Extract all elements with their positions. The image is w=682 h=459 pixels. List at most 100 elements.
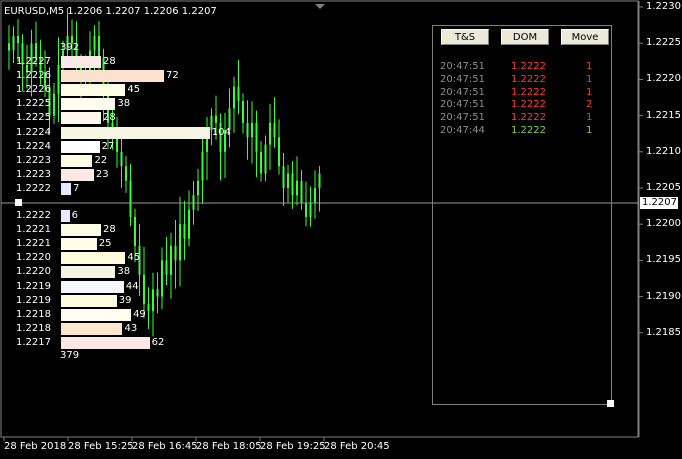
bid-price: 1.2217 — [16, 336, 51, 348]
bid-price: 1.2221 — [16, 238, 51, 250]
trade-time: 20:47:51 — [440, 112, 485, 124]
candle-body — [116, 137, 118, 152]
ask-price: 1.2226 — [16, 84, 51, 96]
ts-button[interactable]: T&S — [441, 29, 489, 45]
candle-body — [147, 303, 150, 312]
candle-body — [278, 137, 280, 167]
candle-body — [120, 151, 123, 167]
candle-body — [233, 86, 235, 109]
candle-body — [300, 180, 303, 203]
y-tick-label: 1.2220 — [646, 73, 681, 85]
ask-price: 1.2227 — [16, 56, 51, 67]
candle-body — [53, 93, 55, 116]
bid-volume-bar — [61, 252, 126, 265]
ask-price: 1.2224 — [16, 140, 51, 152]
candle-body — [273, 122, 276, 138]
bid-volume-bar — [61, 322, 123, 335]
ask-volume-bar — [61, 98, 116, 111]
ask-price: 1.2225 — [16, 98, 51, 110]
ask-price: 1.2224 — [16, 126, 51, 138]
bid-volume-bar — [61, 294, 117, 307]
candle-body — [287, 173, 289, 188]
ask-total: 392 — [60, 42, 80, 53]
candle-body — [314, 188, 316, 203]
ask-volume: 23 — [95, 168, 109, 180]
candle-body — [282, 166, 285, 188]
trade-price: 1.2222 — [511, 73, 546, 85]
ask-volume-bar — [61, 112, 102, 125]
dom-drag-handle[interactable] — [15, 199, 22, 206]
candle-body — [183, 224, 186, 239]
candle-body — [125, 166, 127, 181]
candle-body — [264, 144, 267, 174]
candle-body — [8, 43, 10, 51]
bid-volume: 44 — [125, 280, 139, 292]
candle-body — [246, 122, 249, 138]
ask-price: 1.2223 — [16, 154, 51, 166]
bid-volume: 6 — [71, 210, 78, 221]
bid-volume: 38 — [117, 266, 131, 278]
y-tick-label: 1.2225 — [646, 37, 681, 49]
candle-body — [57, 64, 60, 94]
chart-title: EURUSD,M5 1.2206 1.2207 1.2206 1.2207 — [4, 6, 217, 17]
dom-button[interactable]: DOM — [501, 29, 549, 45]
candle-body — [161, 260, 163, 297]
bid-volume: 28 — [103, 224, 116, 236]
ask-volume: 28 — [103, 56, 116, 67]
trade-volume: 1 — [586, 112, 593, 124]
bid-price: 1.2220 — [16, 252, 51, 264]
trade-volume: 1 — [586, 86, 593, 98]
candle-body — [165, 260, 168, 275]
ask-price: 1.2225 — [16, 112, 51, 124]
candle-body — [251, 122, 253, 138]
ask-volume-bar — [61, 154, 93, 167]
trade-volume: 1 — [586, 73, 593, 85]
candle-body — [17, 35, 19, 44]
trade-price: 1.2222 — [511, 125, 546, 136]
candle-body — [192, 195, 195, 210]
time-and-sales-panel: T&S DOM Move 20:47:51 1.2222 1 20:47:51 1.22… — [432, 25, 612, 405]
trade-price: 1.2222 — [511, 86, 546, 98]
ask-volume: 72 — [165, 70, 179, 82]
ask-volume-bar — [61, 70, 164, 83]
trade-time: 20:47:44 — [440, 125, 485, 136]
candle-body — [129, 180, 132, 217]
trade-price: 1.2222 — [511, 99, 546, 111]
candle-body — [179, 224, 181, 261]
ask-volume: 104 — [211, 126, 231, 138]
x-tick-label: 28 Feb 15:25 — [68, 441, 134, 452]
bid-price: 1.2220 — [16, 266, 51, 278]
bid-volume-bar — [61, 280, 124, 293]
candle-body — [269, 122, 271, 145]
bid-total: 379 — [60, 350, 80, 361]
candle-body — [237, 86, 240, 102]
trade-time: 20:47:51 — [440, 61, 485, 72]
candles — [8, 7, 321, 337]
candle-body — [93, 35, 96, 51]
candle-body — [318, 173, 321, 188]
bid-price: 1.2222 — [16, 210, 51, 221]
ask-volume-bar — [61, 56, 102, 68]
ask-volume: 7 — [73, 182, 80, 194]
y-tick-label: 1.2200 — [646, 218, 681, 230]
trade-volume: 2 — [586, 99, 593, 111]
candle-body — [170, 245, 172, 275]
candle-body — [197, 180, 199, 196]
bid-volume: 49 — [133, 308, 146, 320]
candle-body — [174, 245, 177, 261]
candle-body — [291, 173, 294, 196]
chart-shift-icon — [315, 4, 325, 9]
bid-volume-bar — [61, 210, 70, 222]
candle-body — [255, 122, 258, 152]
candle-body — [152, 289, 154, 312]
candle-body — [12, 35, 15, 51]
bid-volume: 43 — [124, 322, 138, 334]
x-tick-label: 28 Feb 19:25 — [260, 441, 326, 452]
candle-body — [156, 289, 159, 297]
panel-resize-handle[interactable] — [607, 400, 614, 407]
candle-body — [305, 202, 307, 217]
y-tick-label: 1.2195 — [646, 254, 681, 266]
move-button[interactable]: Move — [561, 29, 609, 45]
candle-body — [134, 216, 136, 246]
ask-price: 1.2222 — [16, 182, 51, 194]
